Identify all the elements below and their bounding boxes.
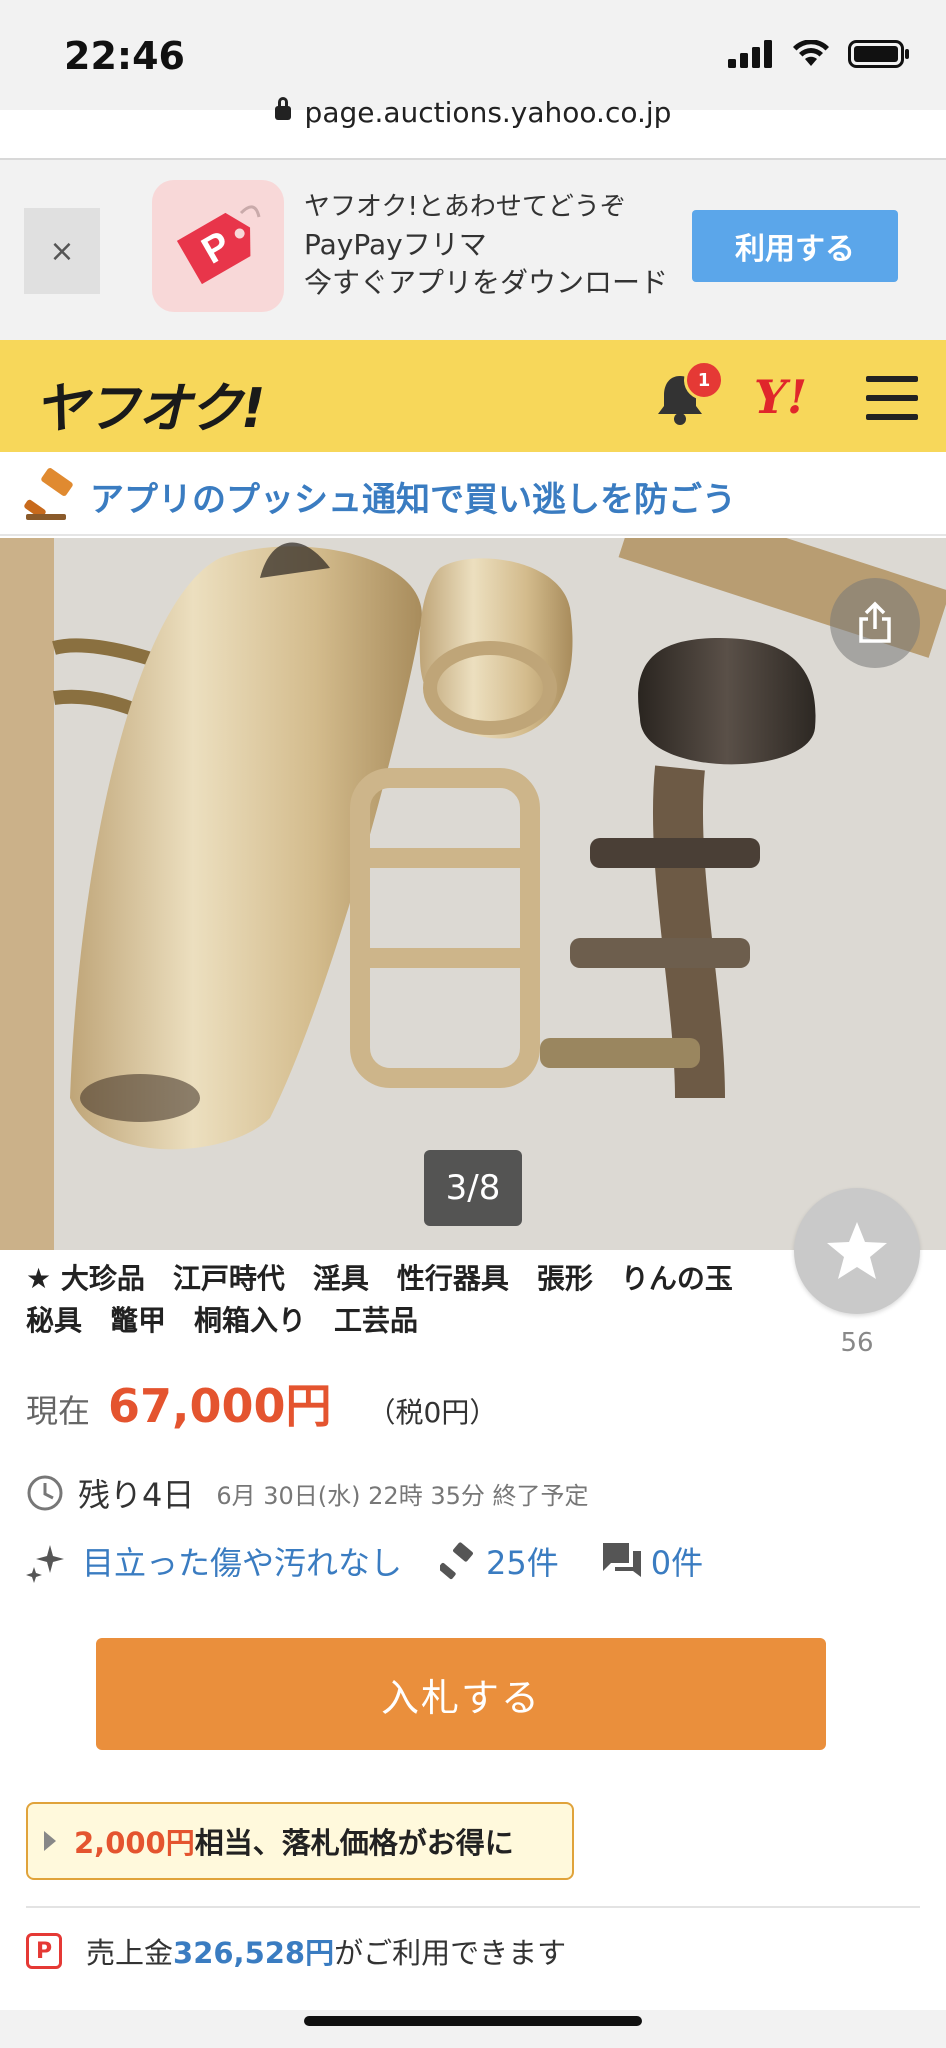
time-remaining: 残り4日 bbox=[78, 1476, 195, 1514]
push-banner-text: アプリのプッシュ通知で買い逃しを防ごう bbox=[90, 480, 736, 520]
sales-prefix: 売上金 bbox=[86, 1936, 174, 1970]
watch-button[interactable] bbox=[794, 1188, 920, 1314]
banner-line-3: 今すぐアプリをダウンロード bbox=[304, 266, 669, 299]
gavel-icon bbox=[24, 468, 73, 520]
caret-right-icon bbox=[44, 1831, 56, 1851]
tax-amount: （税0円） bbox=[367, 1396, 498, 1429]
battery-icon bbox=[848, 40, 909, 68]
item-photo-image bbox=[0, 538, 946, 1250]
banner-text: ヤフオク!とあわせてどうぞ PayPayフリマ 今すぐアプリをダウンロード bbox=[304, 188, 668, 302]
price-label: 現在 bbox=[26, 1392, 91, 1430]
sales-balance-row: P 売上金 326,528円 がご利用できます bbox=[26, 1930, 566, 1972]
questions-count: 0件 bbox=[650, 1544, 704, 1582]
paypay-flea-app-icon: P bbox=[152, 180, 284, 312]
sales-amount: 326,528円 bbox=[173, 1936, 335, 1970]
wifi-icon bbox=[793, 40, 829, 66]
star-icon bbox=[827, 1222, 887, 1279]
yahoo-japan-logo[interactable]: Y! bbox=[754, 370, 807, 424]
url-bar[interactable]: page.auctions.yahoo.co.jp bbox=[0, 96, 946, 129]
status-icons bbox=[728, 40, 910, 68]
time-row: 残り4日 6月 30日(水) 22時 35分 終了予定 bbox=[26, 1470, 589, 1516]
share-button[interactable] bbox=[830, 578, 920, 668]
watch-count: 56 bbox=[840, 1328, 874, 1358]
current-price: 67,000円 bbox=[108, 1379, 332, 1433]
status-time: 22:46 bbox=[64, 34, 185, 78]
site-header: ヤフオク! Y! bbox=[0, 340, 946, 452]
price-tag-icon: P bbox=[176, 205, 261, 285]
url-text: page.auctions.yahoo.co.jp bbox=[304, 96, 672, 129]
item-title: ★ 大珍品 江戸時代 淫具 性行器具 張形 りんの玉 秘具 鼈甲 桐箱入り 工芸… bbox=[26, 1262, 761, 1337]
push-notification-banner[interactable]: アプリのプッシュ通知で買い逃しを防ごう bbox=[0, 452, 946, 536]
share-icon bbox=[859, 601, 891, 643]
bids-count: 25件 bbox=[486, 1544, 559, 1582]
clock-icon bbox=[27, 1475, 63, 1511]
bids-item[interactable]: 25件 bbox=[440, 1538, 559, 1584]
home-indicator bbox=[304, 2016, 642, 2026]
close-button[interactable]: × bbox=[24, 208, 100, 294]
banner-line-1: ヤフオク!とあわせてどうぞ bbox=[304, 192, 626, 222]
app-promo-banner: × P ヤフオク!とあわせてどうぞ PayPayフリマ 今すぐアプリをダウンロー… bbox=[0, 160, 946, 340]
item-photo[interactable]: 3/8 bbox=[0, 538, 946, 1250]
yahuoku-logo[interactable]: ヤフオク! bbox=[34, 364, 266, 443]
bid-button[interactable]: 入札する bbox=[96, 1638, 826, 1750]
chat-icon bbox=[602, 1543, 641, 1577]
questions-item[interactable]: 0件 bbox=[601, 1538, 703, 1584]
notification-badge: 1 bbox=[684, 360, 724, 400]
use-app-button[interactable]: 利用する bbox=[692, 210, 898, 282]
divider bbox=[26, 1906, 920, 1908]
signal-icon bbox=[728, 40, 772, 68]
price-row: 現在 67,000円 （税0円） bbox=[26, 1370, 497, 1436]
promo-text: 相当、落札価格がお得に bbox=[194, 1826, 514, 1860]
meta-row: 目立った傷や汚れなし 25件 0件 bbox=[24, 1538, 703, 1584]
end-time: 6月 30日(水) 22時 35分 終了予定 bbox=[216, 1481, 589, 1510]
paypay-icon: P bbox=[26, 1933, 62, 1969]
condition-item[interactable]: 目立った傷や汚れなし bbox=[24, 1538, 402, 1584]
gavel-icon bbox=[440, 1542, 473, 1580]
status-bar: 22:46 page.auctions.yahoo.co.jp bbox=[0, 0, 946, 129]
sparkle-icon bbox=[26, 1545, 64, 1583]
banner-line-2: PayPayフリマ bbox=[304, 228, 487, 261]
lock-icon bbox=[274, 97, 291, 120]
promo-amount: 2,000円 bbox=[74, 1826, 195, 1860]
promo-box[interactable]: 2,000円 相当、落札価格がお得に bbox=[26, 1802, 574, 1880]
menu-icon[interactable] bbox=[866, 376, 918, 420]
photo-counter: 3/8 bbox=[424, 1150, 522, 1226]
sales-suffix: がご利用できます bbox=[334, 1936, 567, 1970]
condition-text: 目立った傷や汚れなし bbox=[82, 1544, 403, 1582]
